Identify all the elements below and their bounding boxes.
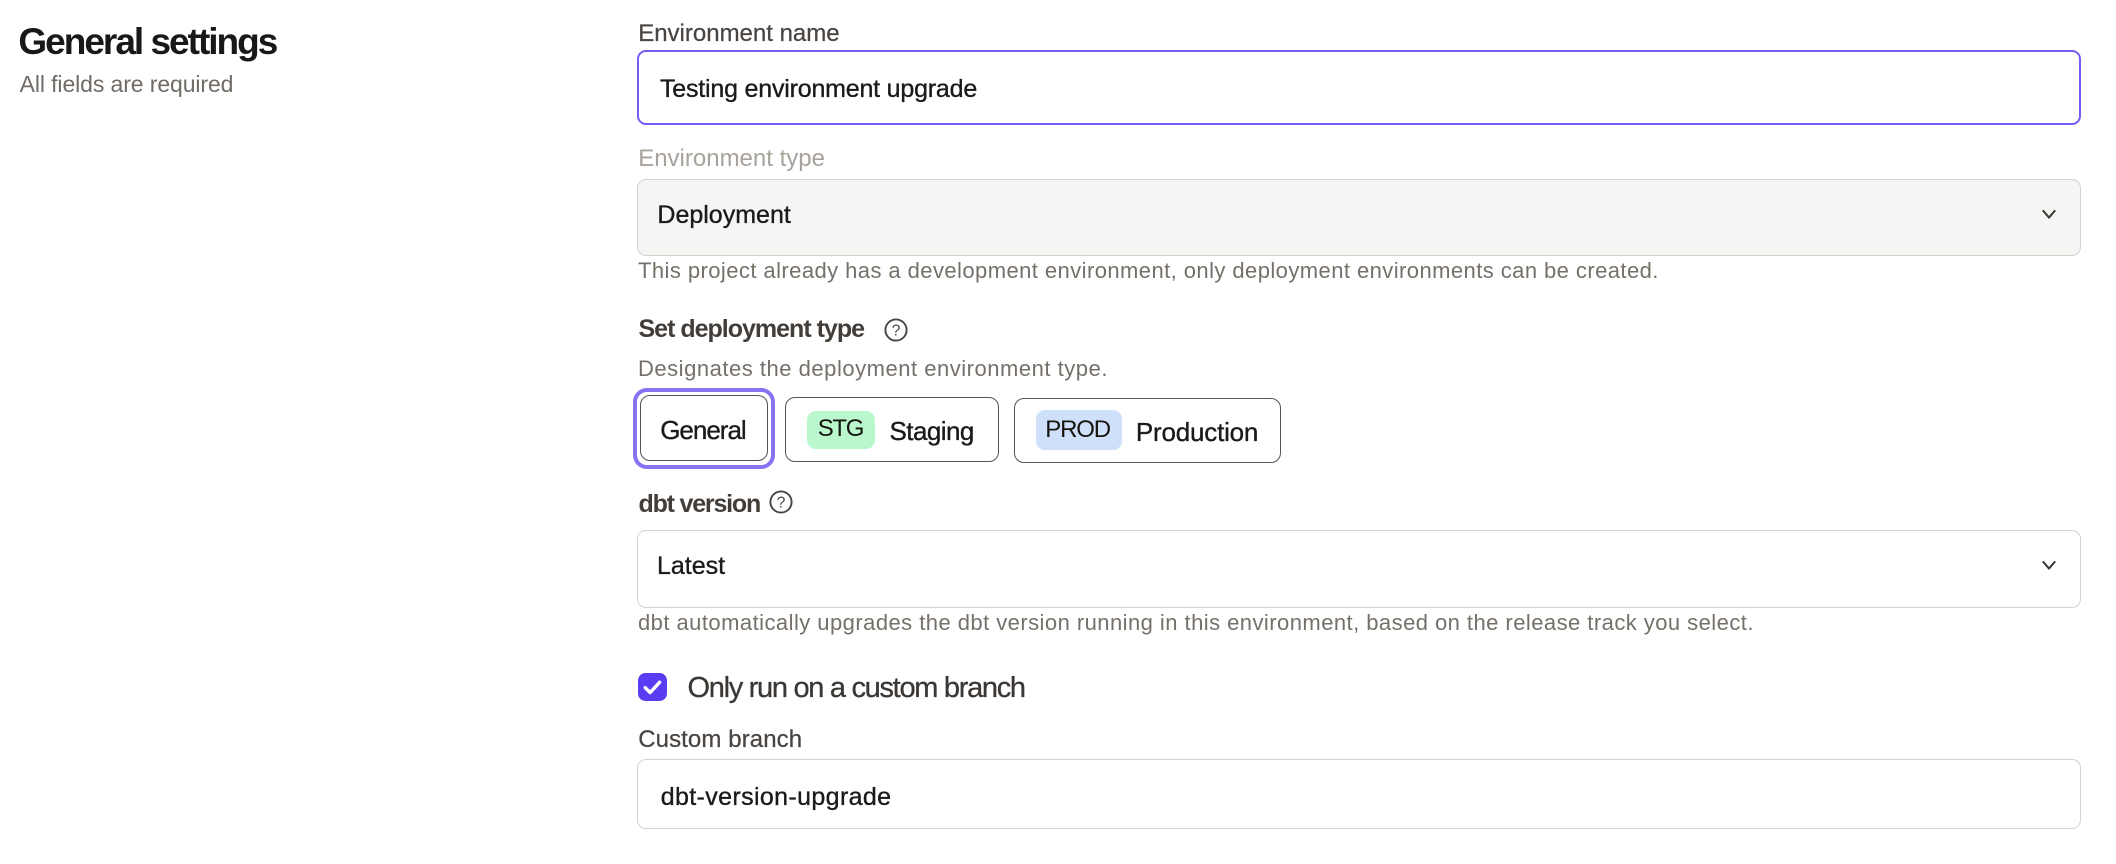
svg-text:?: ? <box>891 322 900 339</box>
svg-text:?: ? <box>776 495 785 512</box>
